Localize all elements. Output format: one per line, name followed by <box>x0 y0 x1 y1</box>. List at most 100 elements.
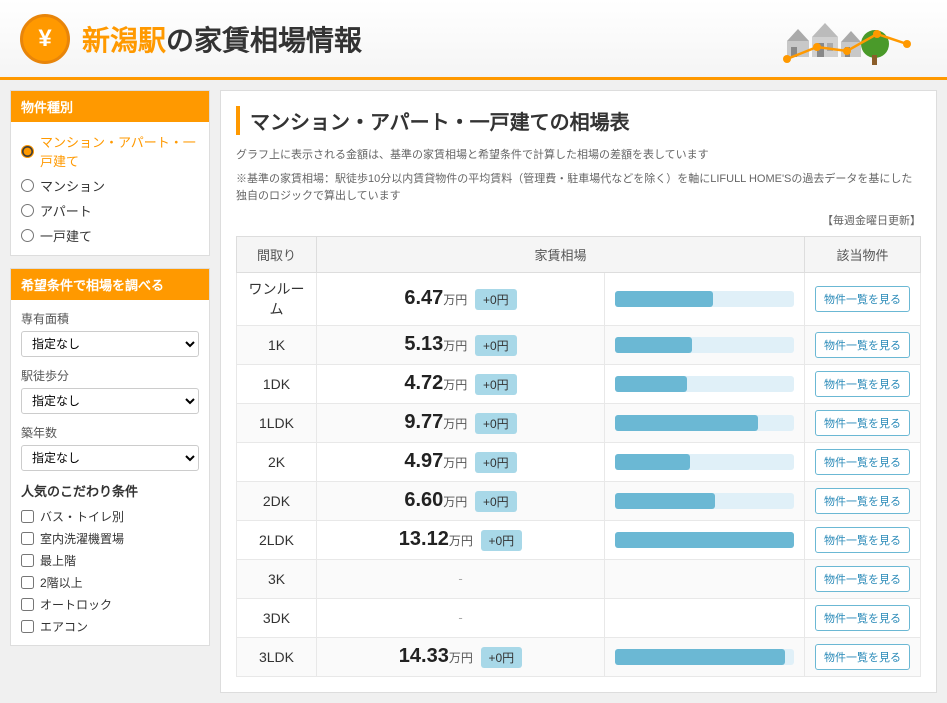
checkbox-top-floor-label: 最上階 <box>40 552 76 569</box>
checkbox-group: バス・トイレ別 室内洗濯機置場 最上階 2階以上 <box>21 508 199 635</box>
radio-item-house[interactable]: 一戸建て <box>21 226 199 245</box>
room-type-cell: 1K <box>237 325 317 364</box>
area-select[interactable]: 指定なし <box>21 331 199 357</box>
table-row: 2LDK13.12万円 +0円 物件一覧を見る <box>237 520 921 559</box>
checkbox-2nd-floor-input[interactable] <box>21 576 34 589</box>
radio-apartment[interactable] <box>21 204 34 217</box>
checkbox-2nd-floor[interactable]: 2階以上 <box>21 574 199 591</box>
bar-fill <box>615 376 687 392</box>
bar-cell <box>605 559 805 598</box>
view-properties-button[interactable]: 物件一覧を見る <box>815 449 910 475</box>
action-cell: 物件一覧を見る <box>805 520 921 559</box>
view-properties-button[interactable]: 物件一覧を見る <box>815 644 910 670</box>
price-unit: 万円 <box>443 293 467 307</box>
view-properties-button[interactable]: 物件一覧を見る <box>815 566 910 592</box>
rent-price-cell: 5.13万円 +0円 <box>317 325 605 364</box>
view-properties-button[interactable]: 物件一覧を見る <box>815 286 910 312</box>
table-row: ワンルーム6.47万円 +0円物件一覧を見る <box>237 272 921 325</box>
walk-select[interactable]: 指定なし <box>21 388 199 414</box>
bar-cell <box>605 442 805 481</box>
bar-fill <box>615 337 692 353</box>
rent-diff: +0円 <box>475 374 517 395</box>
radio-label-house: 一戸建て <box>40 226 92 245</box>
radio-all[interactable] <box>21 145 34 158</box>
room-type-cell: 2LDK <box>237 520 317 559</box>
no-data-dash: - <box>458 610 462 625</box>
content-note1: グラフ上に表示される金額は、基準の家賃相場と希望条件で計算した相場の差額を表して… <box>236 147 921 165</box>
checkbox-autolock-input[interactable] <box>21 598 34 611</box>
rent-diff: +0円 <box>481 530 523 551</box>
view-properties-button[interactable]: 物件一覧を見る <box>815 371 910 397</box>
checkbox-washer-input[interactable] <box>21 532 34 545</box>
radio-item-mansion[interactable]: マンション <box>21 176 199 195</box>
area-label: 専有面積 <box>21 310 199 327</box>
sidebar: 物件種別 マンション・アパート・一戸建て マンション アパート <box>10 90 210 693</box>
bar-cell <box>605 364 805 403</box>
view-properties-button[interactable]: 物件一覧を見る <box>815 332 910 358</box>
radio-mansion[interactable] <box>21 179 34 192</box>
room-type-cell: 2DK <box>237 481 317 520</box>
bar-fill <box>615 493 715 509</box>
rent-diff: +0円 <box>481 647 523 668</box>
table-row: 2K4.97万円 +0円物件一覧を見る <box>237 442 921 481</box>
radio-item-apartment[interactable]: アパート <box>21 201 199 220</box>
bar-bg <box>615 291 794 307</box>
price-unit: 万円 <box>443 339 467 353</box>
action-cell: 物件一覧を見る <box>805 559 921 598</box>
checkbox-aircon[interactable]: エアコン <box>21 618 199 635</box>
radio-item-all[interactable]: マンション・アパート・一戸建て <box>21 132 199 170</box>
bar-fill <box>615 532 794 548</box>
checkbox-aircon-input[interactable] <box>21 620 34 633</box>
rent-diff: +0円 <box>475 289 517 310</box>
bar-bg <box>615 415 794 431</box>
age-select[interactable]: 指定なし <box>21 445 199 471</box>
table-row: 3DK - 物件一覧を見る <box>237 598 921 637</box>
bar-cell <box>605 598 805 637</box>
rent-table: 間取り 家賃相場 該当物件 ワンルーム6.47万円 +0円物件一覧を見る1K5.… <box>236 236 921 677</box>
area-group: 専有面積 指定なし <box>21 310 199 357</box>
house-svg <box>777 9 927 69</box>
header-graphic <box>777 9 927 69</box>
checkbox-washer[interactable]: 室内洗濯機置場 <box>21 530 199 547</box>
header-title-suffix: の家賃相場情報 <box>166 25 362 56</box>
header-title: 新潟駅の家賃相場情報 <box>82 19 362 59</box>
rent-price-cell: 13.12万円 +0円 <box>317 520 605 559</box>
checkbox-2nd-floor-label: 2階以上 <box>40 574 83 591</box>
room-type-cell: 2K <box>237 442 317 481</box>
view-properties-button[interactable]: 物件一覧を見る <box>815 488 910 514</box>
checkbox-bath-input[interactable] <box>21 510 34 523</box>
property-type-title: 物件種別 <box>11 91 209 122</box>
room-type-cell: 3DK <box>237 598 317 637</box>
popular-condition-title: 人気のこだわり条件 <box>21 481 199 500</box>
station-name: 新潟駅 <box>82 25 166 56</box>
walk-label: 駅徒歩分 <box>21 367 199 384</box>
checkbox-washer-label: 室内洗濯機置場 <box>40 530 124 547</box>
radio-house[interactable] <box>21 229 34 242</box>
table-row: 1LDK9.77万円 +0円物件一覧を見る <box>237 403 921 442</box>
action-cell: 物件一覧を見る <box>805 637 921 676</box>
age-group: 築年数 指定なし <box>21 424 199 471</box>
bar-bg <box>615 532 794 548</box>
view-properties-button[interactable]: 物件一覧を見る <box>815 410 910 436</box>
price-unit: 万円 <box>443 378 467 392</box>
age-label: 築年数 <box>21 424 199 441</box>
price-big: 6.60 <box>404 489 443 511</box>
checkbox-bath[interactable]: バス・トイレ別 <box>21 508 199 525</box>
header: ¥ 新潟駅の家賃相場情報 <box>0 0 947 80</box>
table-row: 2DK6.60万円 +0円物件一覧を見る <box>237 481 921 520</box>
property-type-body: マンション・アパート・一戸建て マンション アパート 一戸建て <box>11 122 209 255</box>
action-cell: 物件一覧を見る <box>805 598 921 637</box>
price-unit: 万円 <box>443 495 467 509</box>
rent-price-cell: - <box>317 559 605 598</box>
checkbox-autolock[interactable]: オートロック <box>21 596 199 613</box>
checkbox-aircon-label: エアコン <box>40 618 88 635</box>
price-unit: 万円 <box>443 417 467 431</box>
view-properties-button[interactable]: 物件一覧を見る <box>815 605 910 631</box>
bar-bg <box>615 337 794 353</box>
header-left: ¥ 新潟駅の家賃相場情報 <box>20 14 362 64</box>
checkbox-top-floor-input[interactable] <box>21 554 34 567</box>
bar-cell <box>605 520 805 559</box>
view-properties-button[interactable]: 物件一覧を見る <box>815 527 910 553</box>
checkbox-top-floor[interactable]: 最上階 <box>21 552 199 569</box>
price-big: 9.77 <box>404 411 443 433</box>
